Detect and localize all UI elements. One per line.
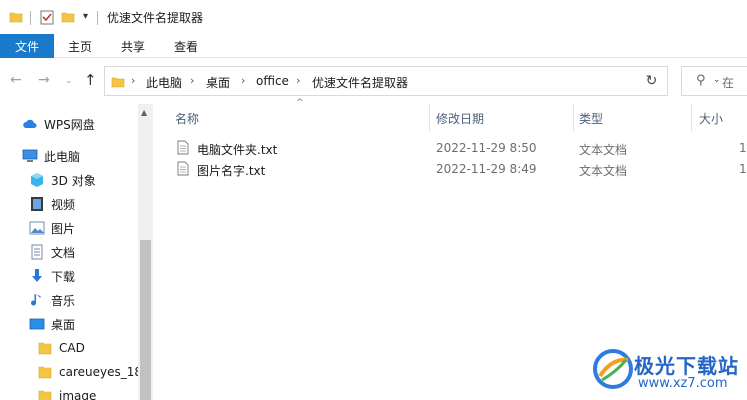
nav-item-wps-cloud[interactable]: WPS网盘	[22, 114, 95, 134]
aurora-logo-icon	[593, 349, 633, 389]
back-button[interactable]: ←	[10, 72, 22, 88]
sort-ascending-icon: ^	[296, 98, 304, 108]
nav-item-3d-objects[interactable]: 3D 对象	[29, 170, 96, 190]
cloud-icon	[23, 119, 37, 128]
nav-item-label: 文档	[51, 245, 76, 260]
nav-item-documents[interactable]: 文档	[29, 242, 75, 262]
file-modified: 2022-11-29 8:49	[436, 162, 537, 176]
download-icon	[32, 269, 42, 282]
address-bar[interactable]: › 此电脑 › 桌面 › office › 优速文件名提取器 ⌄	[104, 66, 721, 96]
address-row: ← → ⌄ ↑ › 此电脑 › 桌面 › office › 优速文件名提取器 ⌄…	[0, 58, 747, 104]
divider	[30, 11, 31, 25]
nav-item-label: 此电脑	[44, 149, 81, 164]
new-folder-icon[interactable]	[61, 10, 75, 24]
nav-item-pictures[interactable]: 图片	[29, 218, 75, 238]
desktop-icon	[29, 318, 45, 330]
chevron-right-icon[interactable]: ›	[296, 74, 300, 87]
search-box[interactable]: ⚲ 在	[681, 66, 747, 96]
forward-button[interactable]: →	[38, 72, 50, 88]
chevron-right-icon[interactable]: ›	[190, 74, 194, 87]
computer-icon	[22, 149, 38, 162]
folder-icon	[38, 342, 52, 355]
scrollbar-thumb[interactable]	[140, 240, 151, 400]
3d-objects-icon	[31, 173, 43, 187]
documents-icon	[31, 244, 43, 260]
nav-item-label: 视频	[51, 197, 76, 212]
properties-checkbox-icon[interactable]	[40, 9, 54, 25]
nav-item-this-pc[interactable]: 此电脑	[22, 146, 80, 166]
nav-item-label: WPS网盘	[44, 117, 95, 132]
breadcrumb-this-pc[interactable]: 此电脑	[146, 74, 182, 91]
up-button[interactable]: ↑	[84, 71, 97, 89]
nav-item-desktop[interactable]: 桌面	[29, 314, 75, 334]
refresh-button[interactable]: ↻	[636, 66, 668, 96]
customize-toolbar-dropdown[interactable]: ▾	[83, 11, 88, 22]
music-icon	[31, 294, 41, 306]
file-type: 文本文档	[579, 143, 628, 157]
column-header-date[interactable]: 修改日期	[436, 110, 484, 127]
title-bar: ▾ 优速文件名提取器	[0, 0, 747, 34]
breadcrumb-current-folder[interactable]: 优速文件名提取器	[312, 74, 408, 91]
table-row[interactable]: 图片名字.txt 2022-11-29 8:49 文本文档 1	[153, 159, 747, 179]
nav-item-folder-cad[interactable]: CAD	[37, 338, 85, 358]
tab-share[interactable]: 共享	[121, 34, 145, 58]
watermark-url: www.xz7.com	[638, 376, 728, 391]
column-header-type[interactable]: 类型	[579, 110, 603, 127]
tab-file[interactable]: 文件	[0, 34, 54, 58]
nav-item-label: careueyes_18	[59, 365, 142, 379]
file-name[interactable]: 电脑文件夹.txt	[197, 141, 277, 158]
breadcrumb-desktop[interactable]: 桌面	[206, 74, 230, 91]
watermark-brand: 极光下载站	[634, 354, 739, 378]
nav-item-videos[interactable]: 视频	[29, 194, 75, 214]
column-divider[interactable]	[573, 104, 574, 132]
recent-locations-dropdown[interactable]: ⌄	[65, 76, 73, 86]
folder-icon	[9, 12, 23, 23]
nav-item-music[interactable]: 音乐	[29, 290, 75, 310]
table-row[interactable]: 电脑文件夹.txt 2022-11-29 8:50 文本文档 1	[153, 138, 747, 158]
search-icon: ⚲	[696, 73, 706, 88]
video-icon	[31, 197, 43, 211]
refresh-icon: ↻	[645, 73, 658, 89]
nav-item-folder-careueyes[interactable]: careueyes_18	[37, 362, 142, 382]
divider	[97, 11, 98, 25]
nav-item-label: 音乐	[51, 293, 76, 308]
ribbon-tabs: 文件 主页 共享 查看	[0, 34, 747, 58]
watermark: 极光下载站 www.xz7.com	[590, 342, 747, 400]
folder-icon	[111, 77, 125, 88]
chevron-right-icon[interactable]: ›	[131, 74, 135, 87]
chevron-right-icon[interactable]: ›	[241, 74, 245, 87]
navigation-scrollbar[interactable]: ▲	[138, 104, 153, 400]
nav-item-label: image	[59, 389, 97, 400]
text-file-icon	[177, 161, 189, 176]
nav-item-label: 图片	[51, 221, 76, 236]
window-title: 优速文件名提取器	[107, 11, 204, 25]
folder-icon	[38, 390, 52, 400]
file-type: 文本文档	[579, 164, 628, 178]
file-name[interactable]: 图片名字.txt	[197, 162, 265, 179]
tab-home[interactable]: 主页	[68, 34, 92, 58]
file-size: 1	[739, 162, 747, 176]
column-divider[interactable]	[691, 104, 692, 132]
column-header-size[interactable]: 大小	[699, 110, 723, 127]
tab-view[interactable]: 查看	[174, 34, 198, 58]
file-modified: 2022-11-29 8:50	[436, 141, 537, 155]
nav-item-label: 下载	[51, 269, 76, 284]
breadcrumb-office[interactable]: office	[256, 74, 289, 88]
column-divider[interactable]	[429, 104, 430, 132]
search-placeholder: 在	[722, 76, 735, 90]
pictures-icon	[29, 221, 45, 235]
nav-item-label: 3D 对象	[51, 173, 96, 188]
text-file-icon	[177, 140, 189, 155]
navigation-pane: WPS网盘 此电脑 3D 对象 视频 图片 文档 下载 音乐 桌面 CAD ca…	[0, 104, 153, 400]
scroll-up-icon[interactable]: ▲	[141, 108, 147, 117]
nav-item-folder-image[interactable]: image	[37, 386, 96, 400]
column-header-name[interactable]: 名称	[175, 110, 199, 127]
nav-item-label: 桌面	[51, 317, 76, 332]
nav-item-downloads[interactable]: 下载	[29, 266, 75, 286]
folder-icon	[38, 366, 52, 379]
nav-item-label: CAD	[59, 341, 85, 355]
file-size: 1	[739, 141, 747, 155]
